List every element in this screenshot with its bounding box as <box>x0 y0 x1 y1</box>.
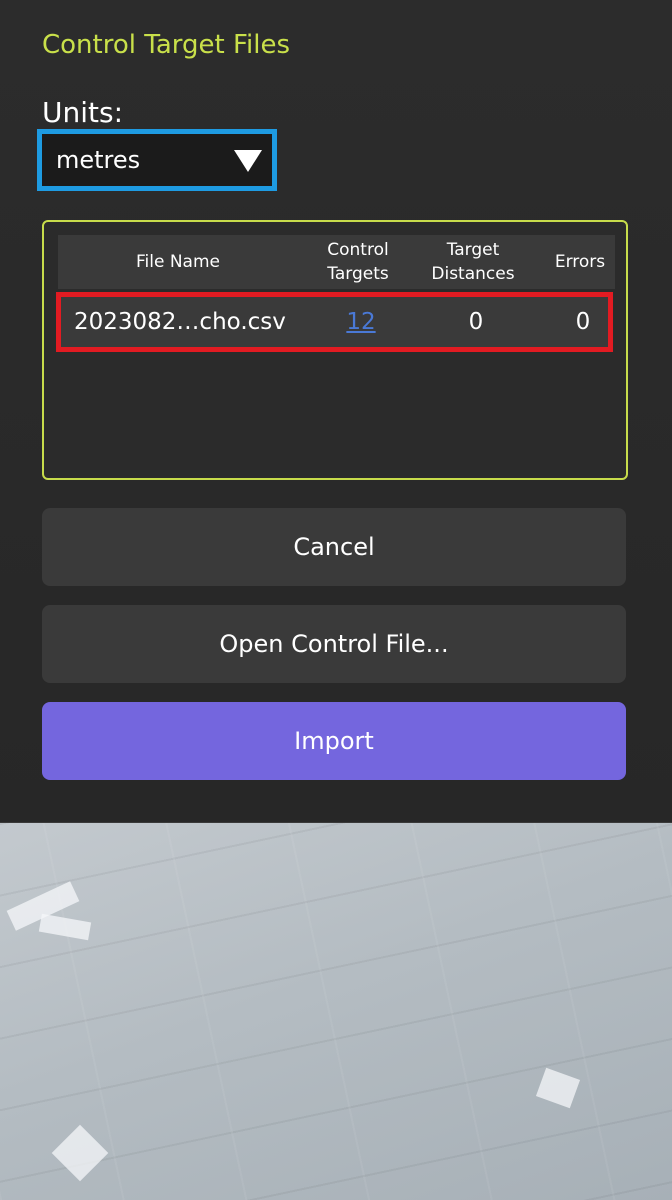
cell-errors: 0 <box>575 309 591 335</box>
control-targets-link[interactable]: 12 <box>311 297 411 347</box>
paper-scrap <box>38 913 92 941</box>
dropdown-arrow-icon <box>234 150 262 172</box>
camera-view <box>0 823 672 1200</box>
control-files-table: File Name Control Targets Target Distances… <box>42 220 628 480</box>
dialog-title: Control Target Files <box>42 30 291 60</box>
column-header-target-distances-line2: Distances <box>431 264 515 284</box>
table-row[interactable]: 2023082…cho.csv 12 0 0 <box>56 292 613 352</box>
import-button[interactable]: Import <box>42 702 626 780</box>
units-dropdown[interactable]: metres <box>37 129 277 191</box>
column-header-target-distances: Target Distances <box>418 235 528 289</box>
column-header-errors: Errors <box>554 252 606 272</box>
cancel-button[interactable]: Cancel <box>42 508 626 586</box>
column-header-control-targets-line1: Control <box>327 240 389 260</box>
units-label: Units: <box>42 96 124 129</box>
control-target-files-dialog: Control Target Files Units: metres File … <box>0 0 672 823</box>
column-header-target-distances-line1: Target <box>446 240 500 260</box>
units-dropdown-value: metres <box>56 146 141 174</box>
cell-file-name: 2023082…cho.csv <box>74 309 286 335</box>
column-header-control-targets: Control Targets <box>308 235 408 289</box>
column-header-file-name: File Name <box>135 252 220 272</box>
column-header-control-targets-line2: Targets <box>327 264 389 284</box>
paper-scrap <box>535 1067 581 1109</box>
paper-scrap <box>51 1124 109 1182</box>
open-control-file-button[interactable]: Open Control File... <box>42 605 626 683</box>
table-header: File Name Control Targets Target Distances… <box>58 235 615 289</box>
cell-target-distances: 0 <box>468 309 484 335</box>
